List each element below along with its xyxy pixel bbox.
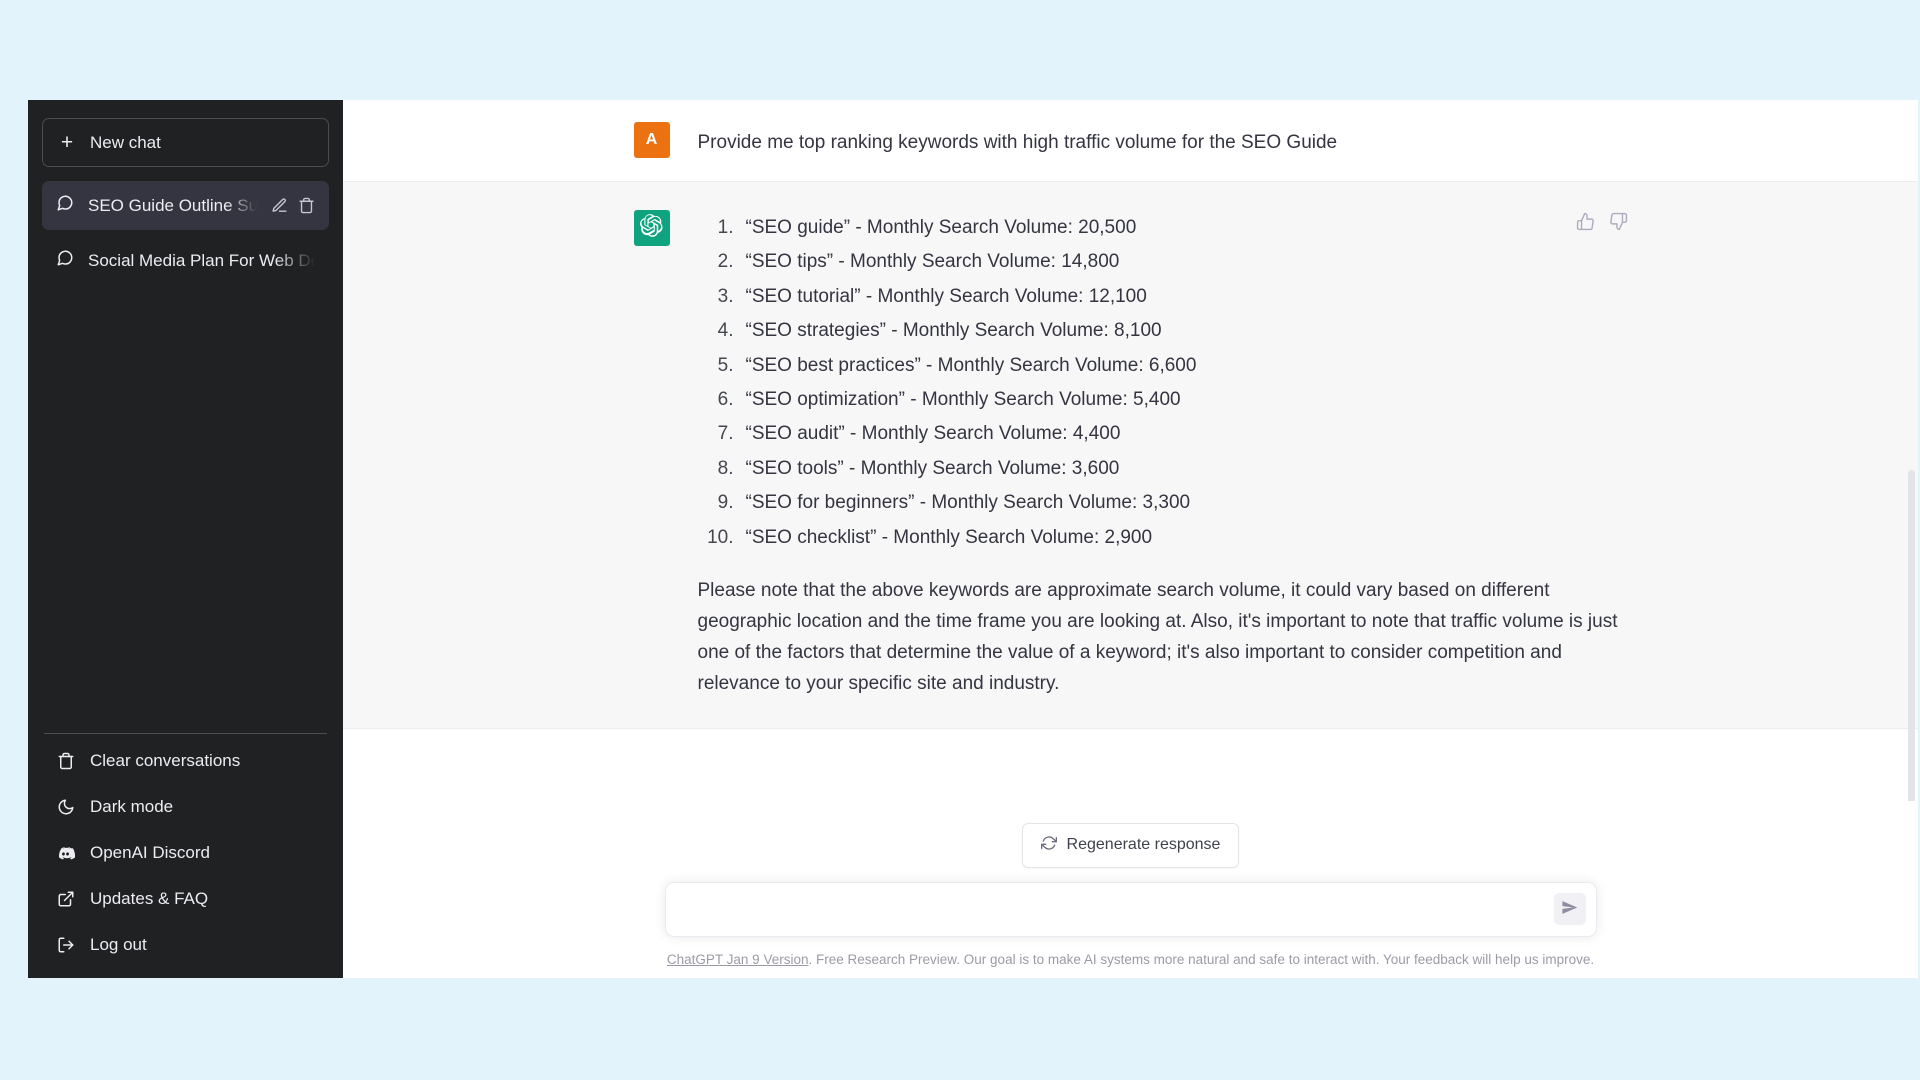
list-item: “SEO for beginners” - Monthly Search Vol… bbox=[698, 488, 1191, 518]
new-chat-label: New chat bbox=[90, 132, 161, 152]
conversation-title: SEO Guide Outline Sug bbox=[88, 195, 257, 215]
message-input-container bbox=[664, 881, 1597, 937]
sidebar-item-updates-faq[interactable]: Updates & FAQ bbox=[42, 876, 329, 922]
sidebar-item-dark-mode[interactable]: Dark mode bbox=[42, 784, 329, 830]
sidebar-item-clear-conversations[interactable]: Clear conversations bbox=[42, 738, 329, 784]
main-panel: A Provide me top ranking keywords with h… bbox=[343, 100, 1918, 978]
list-item: “SEO optimization” - Monthly Search Volu… bbox=[698, 385, 1181, 415]
pencil-icon[interactable] bbox=[271, 197, 288, 214]
sidebar-divider bbox=[44, 733, 327, 734]
message-assistant: “SEO guide” - Monthly Search Volume: 20,… bbox=[343, 180, 1918, 730]
sidebar-conversation-seo-guide[interactable]: SEO Guide Outline Sug bbox=[42, 181, 329, 230]
list-item: “SEO tips” - Monthly Search Volume: 14,8… bbox=[698, 247, 1120, 277]
feedback-controls bbox=[1576, 212, 1628, 236]
thumbs-down-icon[interactable] bbox=[1609, 212, 1628, 236]
list-item: “SEO strategies” - Monthly Search Volume… bbox=[698, 316, 1162, 346]
user-message-text: Provide me top ranking keywords with hig… bbox=[697, 132, 1338, 153]
conversation-title: Social Media Plan For Web Dev bbox=[88, 250, 315, 270]
trash-icon bbox=[56, 752, 75, 771]
footer-disclaimer: ChatGPT Jan 9 Version. Free Research Pre… bbox=[343, 950, 1918, 970]
assistant-note-paragraph: Please note that the above keywords are … bbox=[697, 580, 1618, 695]
message-input[interactable] bbox=[665, 882, 1596, 936]
sidebar-conversation-social-media-plan[interactable]: Social Media Plan For Web Dev bbox=[42, 236, 329, 285]
sidebar-item-label: Clear conversations bbox=[90, 751, 241, 770]
external-link-icon bbox=[56, 890, 75, 909]
chat-bubble-icon bbox=[56, 194, 74, 217]
sidebar-item-label: OpenAI Discord bbox=[90, 843, 210, 862]
plus-icon: + bbox=[60, 131, 74, 154]
chatgpt-app-window: + New chat SEO Guide Outline Sug Social … bbox=[28, 100, 1918, 978]
footer-text: . Free Research Preview. Our goal is to … bbox=[808, 951, 1595, 967]
regenerate-response-label: Regenerate response bbox=[1066, 836, 1221, 854]
sidebar: + New chat SEO Guide Outline Sug Social … bbox=[28, 100, 343, 978]
list-item: “SEO tools” - Monthly Search Volume: 3,6… bbox=[698, 454, 1120, 484]
sidebar-item-log-out[interactable]: Log out bbox=[42, 922, 329, 968]
refresh-icon bbox=[1040, 835, 1057, 856]
discord-icon bbox=[56, 844, 75, 863]
list-item: “SEO guide” - Monthly Search Volume: 20,… bbox=[698, 213, 1137, 243]
message-user: A Provide me top ranking keywords with h… bbox=[343, 100, 1918, 181]
sidebar-item-label: Dark mode bbox=[90, 797, 174, 816]
sidebar-item-label: Updates & FAQ bbox=[90, 889, 209, 908]
send-icon bbox=[1561, 899, 1578, 919]
avatar-assistant bbox=[633, 209, 670, 246]
scrollbar-track[interactable] bbox=[1907, 100, 1917, 801]
list-item: “SEO checklist” - Monthly Search Volume:… bbox=[698, 523, 1153, 553]
list-item: “SEO tutorial” - Monthly Search Volume: … bbox=[698, 282, 1147, 312]
moon-icon bbox=[56, 798, 75, 817]
avatar-user: A bbox=[633, 122, 670, 158]
list-item: “SEO best practices” - Monthly Search Vo… bbox=[698, 351, 1197, 381]
sidebar-item-label: Log out bbox=[90, 935, 147, 954]
chat-bubble-icon bbox=[56, 249, 74, 272]
openai-logo-icon bbox=[640, 213, 663, 242]
composer-area: Regenerate response ChatGPT Jan 9 Versio… bbox=[343, 800, 1918, 978]
keyword-list: “SEO guide” - Monthly Search Volume: 20,… bbox=[698, 213, 1646, 553]
thumbs-up-icon[interactable] bbox=[1576, 212, 1595, 236]
trash-icon[interactable] bbox=[298, 197, 315, 214]
sidebar-item-openai-discord[interactable]: OpenAI Discord bbox=[42, 830, 329, 876]
scrollbar-thumb[interactable] bbox=[1908, 470, 1915, 801]
regenerate-response-button[interactable]: Regenerate response bbox=[1021, 822, 1240, 868]
list-item: “SEO audit” - Monthly Search Volume: 4,4… bbox=[698, 419, 1121, 449]
send-button[interactable] bbox=[1553, 893, 1586, 926]
version-link[interactable]: ChatGPT Jan 9 Version bbox=[667, 952, 809, 967]
logout-icon bbox=[56, 936, 75, 955]
new-chat-button[interactable]: + New chat bbox=[42, 118, 329, 167]
chat-thread: A Provide me top ranking keywords with h… bbox=[343, 100, 1918, 801]
